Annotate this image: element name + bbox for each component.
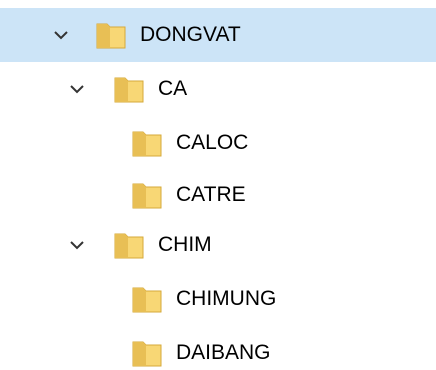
tree-item-label: CHIM (158, 233, 212, 256)
chevron-down-icon[interactable] (52, 26, 70, 44)
tree-item-chim[interactable]: CHIM (0, 218, 436, 272)
folder-icon (132, 183, 162, 209)
tree-item-label: CA (158, 77, 188, 100)
tree-item-daibang[interactable]: DAIBANG (0, 326, 436, 370)
tree-item-caloc[interactable]: CALOC (0, 116, 436, 170)
folder-icon (114, 77, 144, 103)
folder-icon (96, 23, 126, 49)
tree-item-dongvat[interactable]: DONGVAT (0, 8, 436, 62)
folder-icon (132, 287, 162, 313)
chevron-down-icon[interactable] (68, 80, 86, 98)
tree-item-catre[interactable]: CATRE (0, 168, 436, 222)
folder-icon (132, 341, 162, 367)
tree-item-label: CALOC (176, 131, 249, 154)
folder-icon (114, 233, 144, 259)
tree-item-label: DAIBANG (176, 341, 271, 364)
chevron-down-icon[interactable] (68, 236, 86, 254)
tree-item-chimung[interactable]: CHIMUNG (0, 272, 436, 326)
folder-icon (132, 131, 162, 157)
folder-tree: DONGVAT CA CALOC CATRE CHIM CHIMUNG DAIB… (0, 0, 436, 370)
tree-item-label: CHIMUNG (176, 287, 277, 310)
tree-item-ca[interactable]: CA (0, 62, 436, 116)
tree-item-label: DONGVAT (140, 23, 241, 46)
tree-item-label: CATRE (176, 183, 246, 206)
